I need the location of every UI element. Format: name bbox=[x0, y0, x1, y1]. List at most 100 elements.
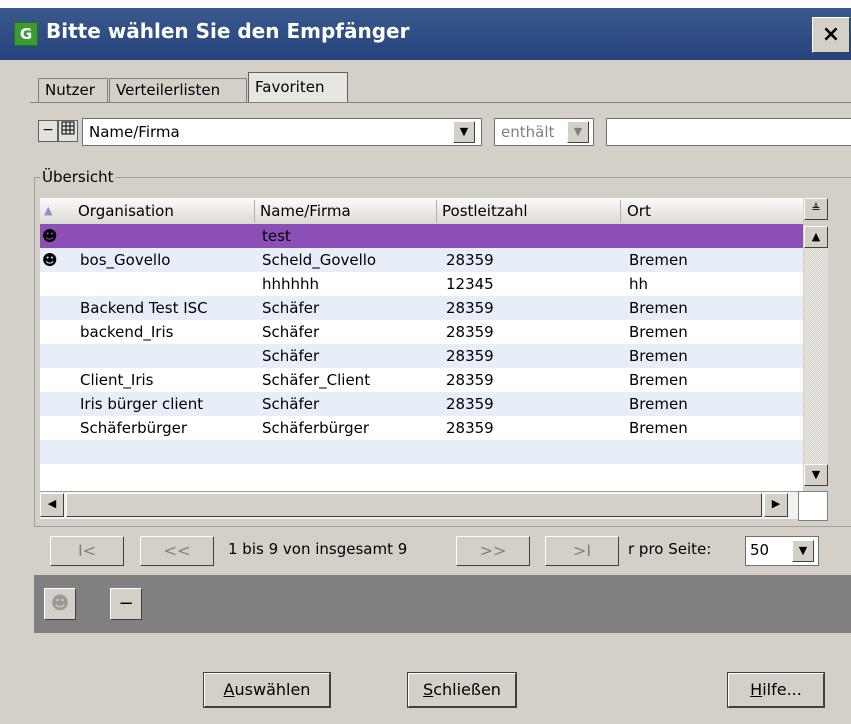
sort-asc-icon[interactable]: ▲ bbox=[44, 198, 52, 224]
pager-status: 1 bis 9 von insgesamt 9 bbox=[228, 540, 408, 558]
column-chooser-button[interactable]: ≜ bbox=[804, 198, 828, 220]
cell-ort: Bremen bbox=[629, 347, 688, 365]
table-row[interactable] bbox=[40, 440, 803, 464]
cell-ort: Bremen bbox=[629, 371, 688, 389]
column-ort[interactable]: Ort bbox=[627, 198, 651, 224]
help-button[interactable]: Hilfe... bbox=[727, 672, 825, 708]
next-page-button[interactable]: >> bbox=[456, 536, 530, 566]
cell-name: Schäfer bbox=[262, 395, 320, 413]
cell-name: Scheld_Govello bbox=[262, 251, 377, 269]
scroll-right-button[interactable]: ▶ bbox=[764, 493, 788, 517]
cell-name: Schäfer_Client bbox=[262, 371, 371, 389]
table-row[interactable]: hhhhhh 12345 hh bbox=[40, 272, 803, 296]
column-plz[interactable]: Postleitzahl bbox=[442, 198, 528, 224]
scroll-up-button[interactable]: ▲ bbox=[804, 226, 828, 248]
per-page-dropdown[interactable]: ▼ bbox=[792, 540, 814, 562]
grid-icon bbox=[61, 121, 75, 135]
cell-org: Backend Test ISC bbox=[80, 299, 208, 317]
cell-ort: hh bbox=[629, 275, 649, 293]
operator-dropdown[interactable]: ▼ bbox=[567, 121, 589, 143]
vertical-scroll-track[interactable] bbox=[804, 248, 828, 464]
table-row[interactable]: Schäfer 28359 Bremen bbox=[40, 344, 803, 368]
cell-plz: 28359 bbox=[446, 347, 494, 365]
action-toolbar bbox=[34, 575, 851, 633]
previous-page-button[interactable]: << bbox=[140, 536, 214, 566]
filter-grid-button[interactable] bbox=[58, 120, 78, 142]
cell-name: test bbox=[262, 227, 291, 245]
person-icon: ☻ bbox=[42, 251, 58, 269]
cell-name: hhhhhh bbox=[262, 275, 320, 293]
help-accel: H bbox=[750, 680, 763, 699]
cell-plz: 28359 bbox=[446, 371, 494, 389]
scroll-corner bbox=[798, 491, 828, 521]
column-separator bbox=[620, 200, 621, 222]
cell-ort: Bremen bbox=[629, 251, 688, 269]
tab-divider bbox=[30, 102, 851, 103]
table-row[interactable]: Schäferbürger Schäferbürger 28359 Bremen bbox=[40, 416, 803, 440]
filter-field-value: Name/Firma bbox=[89, 123, 180, 141]
cell-name: Schäfer bbox=[262, 299, 320, 317]
app-icon: G bbox=[14, 22, 38, 46]
select-accel: A bbox=[223, 680, 235, 699]
filter-field-select[interactable]: Name/Firma bbox=[82, 118, 482, 146]
cell-ort: Bremen bbox=[629, 395, 688, 413]
cell-plz: 28359 bbox=[446, 251, 494, 269]
cell-ort: Bremen bbox=[629, 419, 688, 437]
cell-org: Client_Iris bbox=[80, 371, 154, 389]
remove-recipient-button[interactable]: − bbox=[110, 588, 142, 620]
cell-org: Iris bürger client bbox=[80, 395, 204, 413]
cell-name: Schäfer bbox=[262, 323, 320, 341]
table-row[interactable]: ☻ bos_Govello Scheld_Govello 28359 Bremen bbox=[40, 248, 803, 272]
cell-name: Schäfer bbox=[262, 347, 320, 365]
table-row[interactable]: Backend Test ISC Schäfer 28359 Bremen bbox=[40, 296, 803, 320]
remove-filter-button[interactable]: − bbox=[38, 120, 58, 142]
cell-plz: 12345 bbox=[446, 275, 494, 293]
scroll-left-button[interactable]: ◀ bbox=[40, 493, 64, 517]
table-row[interactable] bbox=[40, 464, 803, 488]
select-label: uswählen bbox=[234, 680, 311, 699]
cell-name: Schäferbürger bbox=[262, 419, 369, 437]
column-organisation[interactable]: Organisation bbox=[78, 198, 174, 224]
table-row[interactable]: backend_Iris Schäfer 28359 Bremen bbox=[40, 320, 803, 344]
add-recipient-button[interactable]: ☻ bbox=[44, 588, 76, 620]
horizontal-scroll-thumb[interactable] bbox=[66, 493, 762, 517]
operator-value: enthält bbox=[501, 123, 555, 141]
cell-plz: 28359 bbox=[446, 395, 494, 413]
search-input[interactable] bbox=[606, 118, 851, 146]
select-button[interactable]: Auswählen bbox=[203, 672, 331, 708]
person-icon: ☻ bbox=[42, 227, 58, 245]
tab-nutzer[interactable]: Nutzer bbox=[38, 78, 108, 102]
overview-label: Übersicht bbox=[40, 168, 116, 186]
cell-plz: 28359 bbox=[446, 419, 494, 437]
per-page-label: r pro Seite: bbox=[628, 540, 712, 558]
table-row[interactable]: Iris bürger client Schäfer 28359 Bremen bbox=[40, 392, 803, 416]
scroll-down-button[interactable]: ▼ bbox=[804, 464, 828, 486]
close-dialog-button[interactable]: Schließen bbox=[407, 672, 517, 708]
table-row[interactable]: ☻ test bbox=[40, 224, 803, 248]
last-page-button[interactable]: >I bbox=[545, 536, 619, 566]
first-page-button[interactable]: I< bbox=[50, 536, 124, 566]
cell-ort: Bremen bbox=[629, 323, 688, 341]
column-separator bbox=[254, 200, 255, 222]
cell-org: Schäferbürger bbox=[80, 419, 187, 437]
help-label: ilfe... bbox=[762, 680, 802, 699]
per-page-value: 50 bbox=[750, 541, 770, 559]
cell-org: bos_Govello bbox=[80, 251, 171, 269]
person-add-icon: ☻ bbox=[50, 593, 70, 614]
tab-verteilerlisten[interactable]: Verteilerlisten bbox=[109, 78, 247, 102]
close-label: chließen bbox=[433, 680, 501, 699]
cell-plz: 28359 bbox=[446, 299, 494, 317]
close-accel: S bbox=[423, 680, 434, 699]
cell-org: backend_Iris bbox=[80, 323, 174, 341]
cell-ort: Bremen bbox=[629, 299, 688, 317]
table-row[interactable]: Client_Iris Schäfer_Client 28359 Bremen bbox=[40, 368, 803, 392]
tab-favoriten[interactable]: Favoriten bbox=[248, 72, 348, 103]
favorites-table[interactable]: ▲ Organisation Name/Firma Postleitzahl O… bbox=[40, 198, 803, 491]
close-button[interactable]: × bbox=[812, 17, 850, 53]
window-title: Bitte wählen Sie den Empfänger bbox=[46, 19, 410, 43]
column-name[interactable]: Name/Firma bbox=[260, 198, 351, 224]
column-separator bbox=[436, 200, 437, 222]
cell-plz: 28359 bbox=[446, 323, 494, 341]
table-header: ▲ Organisation Name/Firma Postleitzahl O… bbox=[40, 198, 803, 225]
filter-field-dropdown[interactable]: ▼ bbox=[453, 121, 475, 143]
